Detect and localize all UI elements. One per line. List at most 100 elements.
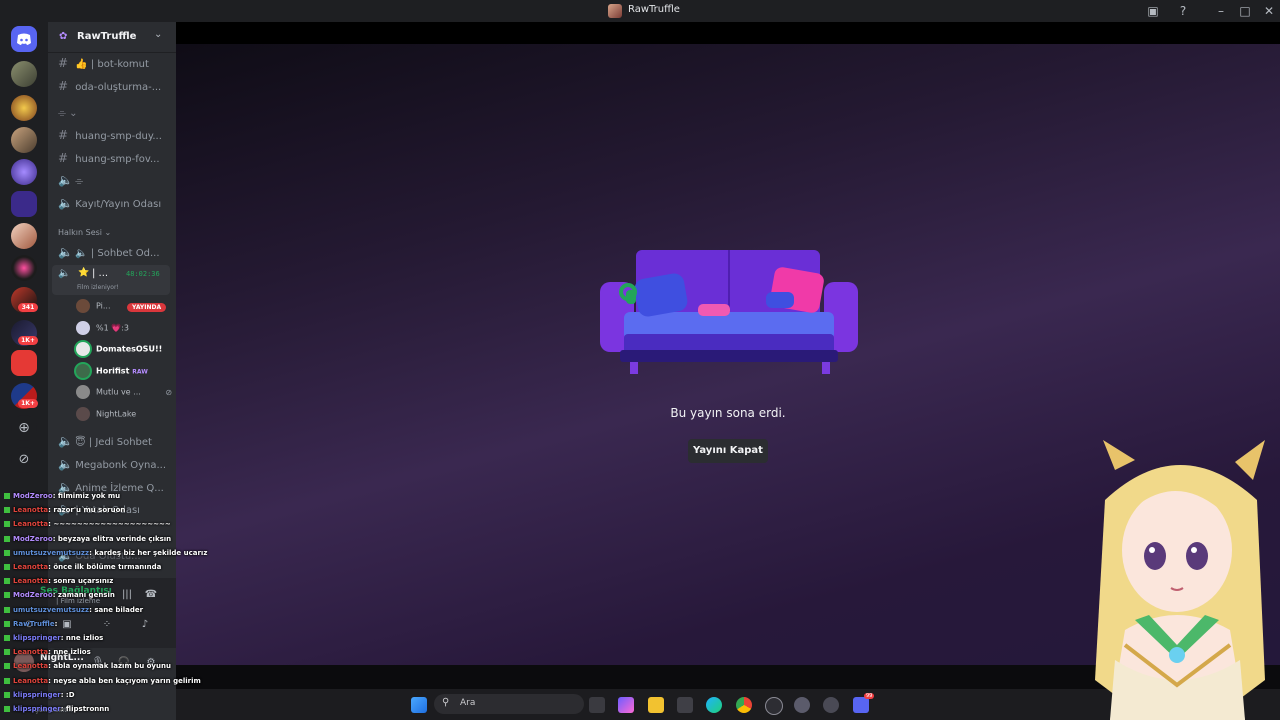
chat-username: RawTruffle — [13, 619, 55, 628]
voice-channel-active[interactable]: 🔈 ⭐ | ... 48:02:36 Film izleniyor! — [52, 265, 170, 295]
guild-name: RawTruffle — [77, 31, 137, 42]
badge-icon — [4, 677, 10, 684]
chat-text: : filmimiz yok mu — [52, 492, 121, 500]
store-icon[interactable] — [677, 697, 693, 713]
collapsed-category[interactable]: ⌯ ⌄ — [58, 108, 170, 128]
voice-user-name: Horifist — [96, 366, 130, 376]
chat-text: : ~~~~~~~~~~~~~~~~~~~~ — [48, 520, 171, 529]
chrome-icon[interactable] — [736, 697, 752, 713]
chat-text: : beyzaya elitra verinde çıksın — [52, 534, 172, 543]
chat-message: RawTruffle: — [4, 620, 57, 634]
taskbar-search[interactable]: ⚲ Ara — [434, 694, 584, 714]
chat-text: : neyse abla ben kaçıyom yarın gelirim — [48, 676, 201, 685]
voice-user[interactable]: DomatesOSU!! — [76, 342, 162, 360]
avatar — [76, 385, 90, 399]
search-icon: ⚲ — [442, 697, 450, 708]
chat-text: : flipstronnn — [60, 705, 110, 713]
stream-chat-overlay: ModZeroo : filmimiz yok mu Leanotta: razor… — [0, 492, 240, 720]
chat-message: klipspringer: flipstronnn — [4, 705, 109, 719]
add-server-icon[interactable]: ⊕ — [11, 415, 37, 441]
discord-taskbar-icon[interactable] — [853, 697, 869, 713]
voice-user-name: %1 💗:3 — [96, 323, 129, 333]
chat-text: : sonra uçarsınız — [48, 577, 114, 586]
channel-label: Megabonk Oyna... — [75, 460, 167, 471]
guild-boost-icon: ✿ — [59, 31, 68, 42]
chat-message: umutsuzvemutsuzz: kardeş biz her şekilde… — [4, 549, 207, 563]
speaker-icon: 🔈 — [58, 434, 73, 448]
badge-icon — [4, 691, 10, 698]
server-icon[interactable] — [11, 159, 37, 185]
chat-username: ModZeroo — [13, 591, 53, 600]
chat-text: : — [54, 619, 58, 628]
voice-user[interactable]: Horifist RAW — [76, 364, 148, 382]
guild-header[interactable]: ✿ RawTruffle ⌄ — [48, 22, 176, 53]
task-view-icon[interactable] — [589, 697, 605, 713]
server-icon[interactable] — [11, 191, 37, 217]
server-icon-rawtruffle[interactable] — [11, 223, 37, 249]
voice-user[interactable]: Pi... YAYINDA — [76, 299, 167, 317]
discord-home-icon[interactable] — [11, 26, 37, 52]
speaker-icon: 🔈 — [58, 245, 73, 259]
server-icon[interactable] — [11, 95, 37, 121]
close-window-icon[interactable]: ✕ — [1261, 3, 1277, 19]
chat-username: Leanotta — [13, 648, 49, 657]
star-emoji: ⭐ — [78, 268, 90, 278]
chat-text: : sane bilader — [89, 605, 144, 614]
badge-icon — [4, 606, 10, 613]
inbox-icon[interactable]: ▣ — [1145, 3, 1161, 19]
chevron-down-icon[interactable]: ⌄ — [154, 29, 162, 40]
help-icon[interactable]: ? — [1175, 3, 1191, 19]
role-tag: RAW — [132, 368, 148, 376]
chat-text: : önce ilk bölüme tırmanında — [48, 563, 162, 571]
voice-channel-jedi[interactable]: 🔈 😇 | Jedi Sohbet — [58, 434, 170, 454]
server-icon[interactable] — [11, 127, 37, 153]
server-icon[interactable] — [11, 350, 37, 376]
voice-user[interactable]: %1 💗:3 — [76, 321, 129, 339]
server-icon[interactable] — [11, 255, 37, 281]
voice-user[interactable]: Mutlu ve ... ⊘ — [76, 385, 172, 403]
edge-icon[interactable] — [706, 697, 722, 713]
speaker-icon: 🔈 — [58, 457, 73, 471]
channel-status: Film izleniyor! — [77, 284, 119, 291]
voice-channel-megabonk[interactable]: 🔈 Megabonk Oyna... — [58, 457, 170, 477]
chat-message: klipspringer: :D — [4, 691, 75, 705]
voice-channel-sohbet[interactable]: 🔈 🔈 | Sohbet Od... — [58, 245, 170, 265]
server-icon[interactable] — [11, 61, 37, 87]
discover-icon[interactable]: ⊘ — [11, 447, 37, 473]
channel-label: Kayıt/Yayın Odası — [75, 199, 162, 210]
settings-app-icon[interactable] — [823, 697, 839, 713]
avatar — [76, 342, 90, 356]
channel-bot-komut[interactable]: # 👍 | bot-komut — [58, 56, 170, 76]
chat-message: Leanotta: sonra uçarsınız — [4, 577, 113, 591]
category-halkin-sesi[interactable]: Halkın Sesi ⌄ — [58, 228, 111, 237]
maximize-icon[interactable]: □ — [1237, 3, 1253, 19]
close-stream-button[interactable]: Yayını Kapat — [688, 439, 768, 463]
minimize-icon[interactable]: – — [1213, 3, 1229, 19]
chat-message: Leanotta: razor'u mu soruon — [4, 506, 125, 520]
voice-user[interactable]: NightLake — [76, 407, 136, 425]
file-explorer-icon[interactable] — [648, 697, 664, 713]
voice-user-name: NightLake — [96, 409, 137, 419]
chat-message: Leanotta: ~~~~~~~~~~~~~~~~~~~~ — [4, 520, 171, 534]
stream-ended-message: Bu yayın sona erdi. — [670, 406, 786, 420]
voice-channel-unnamed[interactable]: 🔈 ⌯ — [58, 173, 170, 193]
chat-message: Leanotta: nne izlios — [4, 648, 91, 662]
app-icon[interactable] — [794, 697, 810, 713]
avatar — [76, 321, 90, 335]
chat-message: klipspringer: nne izlios — [4, 634, 103, 648]
channel-huang-smp-duy[interactable]: # huang-smp-duy... — [58, 128, 170, 148]
chat-text: : abla oynamak lazım bu oyunu — [48, 662, 171, 671]
voice-channel-kayit-yayin[interactable]: 🔈 Kayıt/Yayın Odası — [58, 196, 170, 216]
channel-oda-olusturma[interactable]: # oda-oluşturma-... — [58, 79, 170, 99]
speaker-active-icon: 🔈 — [58, 268, 71, 279]
mic-muted-icon: ⊘ — [165, 387, 173, 397]
channel-huang-smp-fov[interactable]: # huang-smp-fov... — [58, 151, 170, 171]
app-icon[interactable] — [765, 697, 783, 715]
copilot-icon[interactable] — [618, 697, 634, 713]
speaker-icon: 🔈 — [58, 196, 73, 210]
voice-user-name: Mutlu ve ... — [96, 387, 141, 397]
windows-start-icon[interactable] — [411, 697, 427, 713]
badge-icon — [4, 635, 10, 641]
voice-user-name: DomatesOSU!! — [96, 344, 163, 354]
badge-icon — [4, 535, 10, 542]
